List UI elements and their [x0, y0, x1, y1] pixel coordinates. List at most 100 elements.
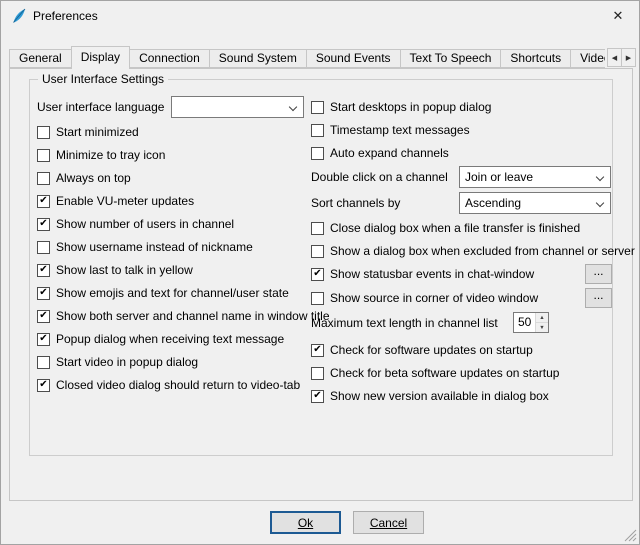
ok-button[interactable]: Ok — [270, 511, 341, 534]
max-text-length-value: 50 — [518, 313, 531, 332]
close-button[interactable]: ✕ — [597, 1, 639, 31]
checkbox[interactable] — [37, 126, 50, 139]
tab-sound-system[interactable]: Sound System — [209, 49, 307, 68]
tab-video[interactable]: Video — [570, 49, 605, 68]
cancel-button[interactable]: Cancel — [353, 511, 424, 534]
preferences-dialog: Preferences ✕ General Display Connection… — [0, 0, 640, 545]
checkbox[interactable] — [37, 287, 50, 300]
checkbox-row-close-on-transfer[interactable]: Close dialog box when a file transfer is… — [311, 217, 580, 239]
tab-shortcuts[interactable]: Shortcuts — [500, 49, 571, 68]
checkbox-row-start-desktops[interactable]: Start desktops in popup dialog — [311, 96, 491, 118]
checkbox-row-video-popup[interactable]: Start video in popup dialog — [37, 351, 198, 373]
checkbox[interactable] — [37, 172, 50, 185]
checkbox[interactable] — [311, 101, 324, 114]
double-click-select[interactable]: Join or leave — [459, 166, 611, 188]
close-icon: ✕ — [613, 8, 624, 24]
tab-sound-events[interactable]: Sound Events — [306, 49, 401, 68]
app-icon — [11, 8, 27, 24]
resize-grip[interactable] — [624, 529, 637, 542]
sort-channels-label: Sort channels by — [311, 192, 400, 214]
chevron-down-icon — [289, 103, 297, 111]
tab-scroll-right-button[interactable]: ▶ — [621, 48, 636, 67]
checkbox-label: Check for beta software updates on start… — [330, 366, 559, 380]
checkbox-label: Show both server and channel name in win… — [56, 309, 330, 323]
video-source-more-button[interactable]: ... — [585, 288, 612, 308]
tab-bar: General Display Connection Sound System … — [9, 45, 605, 70]
checkbox-label: Start video in popup dialog — [56, 355, 198, 369]
tab-scroll-left-button[interactable]: ◀ — [607, 48, 622, 67]
checkbox-row-timestamp[interactable]: Timestamp text messages — [311, 119, 470, 141]
arrow-right-icon: ▶ — [626, 54, 631, 62]
group-title: User Interface Settings — [38, 72, 168, 86]
checkbox[interactable] — [37, 379, 50, 392]
checkbox-row-minimize-tray[interactable]: Minimize to tray icon — [37, 144, 165, 166]
checkbox-label: Enable VU-meter updates — [56, 194, 194, 208]
checkbox-row-auto-expand[interactable]: Auto expand channels — [311, 142, 449, 164]
chevron-down-icon — [596, 173, 604, 181]
checkbox[interactable] — [311, 344, 324, 357]
checkbox-row-statusbar-events[interactable]: Show statusbar events in chat-window — [311, 263, 534, 285]
checkbox-label: Show emojis and text for channel/user st… — [56, 286, 289, 300]
checkbox[interactable] — [311, 222, 324, 235]
checkbox[interactable] — [311, 268, 324, 281]
checkbox-row-emojis[interactable]: Show emojis and text for channel/user st… — [37, 282, 289, 304]
checkbox-label: Show source in corner of video window — [330, 291, 538, 305]
max-text-length-label: Maximum text length in channel list — [311, 312, 498, 334]
checkbox-label: Show username instead of nickname — [56, 240, 253, 254]
checkbox[interactable] — [37, 333, 50, 346]
checkbox[interactable] — [311, 367, 324, 380]
checkbox-label: Auto expand channels — [330, 146, 449, 160]
checkbox[interactable] — [37, 195, 50, 208]
checkbox-label: Check for software updates on startup — [330, 343, 533, 357]
checkbox-label: Minimize to tray icon — [56, 148, 165, 162]
checkbox[interactable] — [37, 149, 50, 162]
checkbox-row-new-version-dialog[interactable]: Show new version available in dialog box — [311, 385, 549, 407]
checkbox-label: Closed video dialog should return to vid… — [56, 378, 300, 392]
checkbox[interactable] — [37, 310, 50, 323]
sort-channels-value: Ascending — [465, 196, 521, 210]
checkbox[interactable] — [37, 264, 50, 277]
tab-text-to-speech[interactable]: Text To Speech — [400, 49, 502, 68]
checkbox[interactable] — [311, 124, 324, 137]
window-title: Preferences — [33, 1, 98, 32]
checkbox[interactable] — [311, 147, 324, 160]
checkbox-label: Show last to talk in yellow — [56, 263, 193, 277]
checkbox-label: Start desktops in popup dialog — [330, 100, 491, 114]
language-label: User interface language — [37, 96, 164, 118]
arrow-left-icon: ◀ — [612, 54, 617, 62]
checkbox-row-check-beta-updates[interactable]: Check for beta software updates on start… — [311, 362, 559, 384]
spin-down-icon[interactable]: ▼ — [536, 323, 548, 332]
tab-connection[interactable]: Connection — [129, 49, 210, 68]
checkbox[interactable] — [37, 356, 50, 369]
checkbox-label: Popup dialog when receiving text message — [56, 332, 284, 346]
checkbox-row-video-tab-return[interactable]: Closed video dialog should return to vid… — [37, 374, 300, 396]
statusbar-events-more-button[interactable]: ... — [585, 264, 612, 284]
spin-up-icon[interactable]: ▲ — [536, 313, 548, 323]
sort-channels-select[interactable]: Ascending — [459, 192, 611, 214]
checkbox-row-video-source-corner[interactable]: Show source in corner of video window — [311, 287, 538, 309]
checkbox-label: Show a dialog box when excluded from cha… — [330, 244, 635, 258]
checkbox[interactable] — [311, 390, 324, 403]
checkbox-row-check-updates[interactable]: Check for software updates on startup — [311, 339, 533, 361]
checkbox[interactable] — [37, 218, 50, 231]
titlebar[interactable]: Preferences ✕ — [1, 1, 639, 32]
checkbox-row-start-minimized[interactable]: Start minimized — [37, 121, 139, 143]
checkbox[interactable] — [37, 241, 50, 254]
tab-display[interactable]: Display — [71, 46, 130, 69]
checkbox-row-always-on-top[interactable]: Always on top — [37, 167, 131, 189]
language-select[interactable] — [171, 96, 304, 118]
checkbox[interactable] — [311, 245, 324, 258]
checkbox-label: Timestamp text messages — [330, 123, 470, 137]
tab-general[interactable]: General — [9, 49, 72, 68]
checkbox-row-excluded-dialog[interactable]: Show a dialog box when excluded from cha… — [311, 240, 635, 262]
checkbox-row-vu-meter[interactable]: Enable VU-meter updates — [37, 190, 194, 212]
checkbox-row-user-count[interactable]: Show number of users in channel — [37, 213, 234, 235]
max-text-length-spinner[interactable]: 50 ▲ ▼ — [513, 312, 549, 333]
checkbox-row-popup-text[interactable]: Popup dialog when receiving text message — [37, 328, 284, 350]
checkbox-label: Show new version available in dialog box — [330, 389, 549, 403]
checkbox-label: Show number of users in channel — [56, 217, 234, 231]
checkbox-row-window-title[interactable]: Show both server and channel name in win… — [37, 305, 330, 327]
checkbox-row-username[interactable]: Show username instead of nickname — [37, 236, 253, 258]
checkbox[interactable] — [311, 292, 324, 305]
checkbox-row-last-to-talk[interactable]: Show last to talk in yellow — [37, 259, 193, 281]
